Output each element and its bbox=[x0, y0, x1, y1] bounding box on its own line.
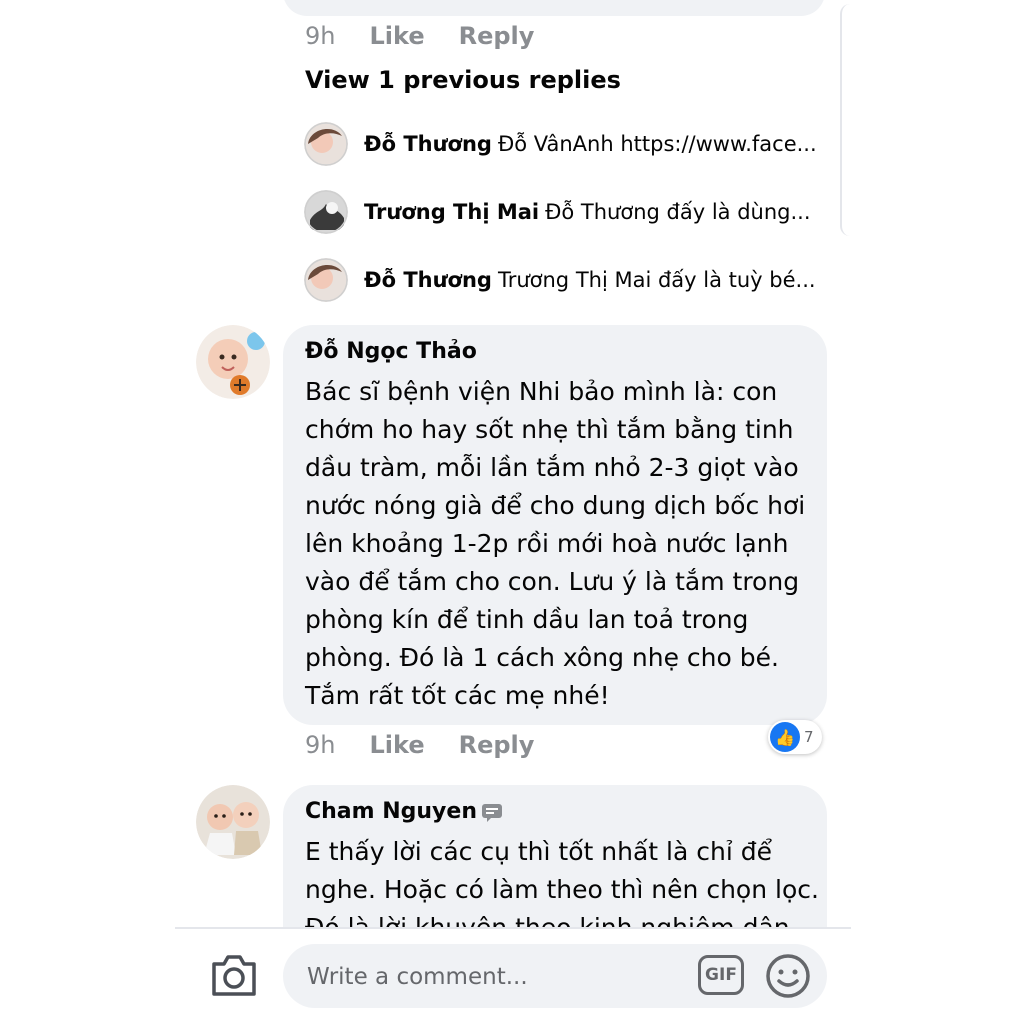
comment-actions: 9h Like Reply bbox=[305, 731, 534, 759]
view-previous-replies-link[interactable]: View 1 previous replies bbox=[305, 66, 621, 94]
comment-line: Bác sĩ bệnh viện Nhi bảo mình là: con bbox=[305, 377, 778, 406]
avatar[interactable] bbox=[304, 122, 348, 166]
comment-line: vào để tắm cho con. Lưu ý là tắm trong bbox=[305, 567, 800, 596]
gif-button[interactable]: GIF bbox=[698, 955, 744, 995]
previous-comment-actions: 9h Like Reply bbox=[305, 22, 534, 50]
comment-input[interactable] bbox=[305, 956, 689, 998]
comment-timestamp: 9h bbox=[305, 731, 336, 759]
comment-composer: GIF bbox=[283, 944, 827, 1008]
reaction-count: 7 bbox=[804, 728, 814, 746]
reply-content: Trương Thị Mai đấy là tuỳ bé... bbox=[497, 268, 816, 292]
reply-row[interactable]: Đỗ Thương Đỗ VânAnh https://www.face... bbox=[304, 121, 824, 167]
comment-line: dầu tràm, mỗi lần tắm nhỏ 2-3 giọt vào bbox=[305, 453, 799, 482]
reply-row[interactable]: Trương Thị Mai Đỗ Thương đấy là dùng... bbox=[304, 189, 824, 235]
reply-text: Đỗ Thương Trương Thị Mai đấy là tuỳ bé... bbox=[364, 268, 824, 292]
camera-icon[interactable] bbox=[210, 952, 258, 998]
reply-author[interactable]: Đỗ Thương bbox=[364, 268, 492, 292]
comment-line: phòng kín để tinh dầu lan toả trong bbox=[305, 605, 749, 634]
comment-author[interactable]: Đỗ Ngọc Thảo bbox=[305, 339, 477, 364]
like-button[interactable]: Like bbox=[369, 22, 424, 50]
edited-badge-icon bbox=[481, 803, 502, 822]
avatar[interactable] bbox=[304, 258, 348, 302]
avatar[interactable] bbox=[196, 785, 270, 859]
comment-line: lên khoảng 1-2p rồi mới hoà nước lạnh bbox=[305, 529, 789, 558]
divider bbox=[175, 927, 851, 929]
comment-line: chớm ho hay sốt nhẹ thì tắm bằng tinh bbox=[305, 415, 794, 444]
comment-author-row: Cham Nguyen bbox=[305, 799, 503, 824]
avatar[interactable] bbox=[304, 190, 348, 234]
comment-bubble: Đỗ Ngọc Thảo Bác sĩ bệnh viện Nhi bảo mì… bbox=[283, 325, 827, 725]
comment-line: phòng. Đó là 1 cách xông nhẹ cho bé. bbox=[305, 643, 779, 672]
avatar[interactable] bbox=[196, 325, 270, 399]
reply-button[interactable]: Reply bbox=[459, 731, 535, 759]
reply-content: Đỗ VânAnh https://www.face... bbox=[497, 132, 817, 156]
reply-content: Đỗ Thương đấy là dùng... bbox=[545, 200, 811, 224]
comment-author[interactable]: Cham Nguyen bbox=[305, 799, 477, 824]
reply-row[interactable]: Đỗ Thương Trương Thị Mai đấy là tuỳ bé... bbox=[304, 257, 824, 303]
reply-text: Trương Thị Mai Đỗ Thương đấy là dùng... bbox=[364, 200, 824, 224]
scroll-edge bbox=[840, 4, 852, 236]
like-icon: 👍 bbox=[770, 722, 800, 752]
reaction-summary[interactable]: 👍 7 bbox=[768, 720, 822, 754]
comment-text: Bác sĩ bệnh viện Nhi bảo mình là: con ch… bbox=[305, 373, 820, 715]
reply-button[interactable]: Reply bbox=[459, 22, 535, 50]
comment-line: Tắm rất tốt các mẹ nhé! bbox=[305, 681, 610, 710]
comment-line: nước nóng già để cho dung dịch bốc hơi bbox=[305, 491, 806, 520]
comment-line: E thấy lời các cụ thì tốt nhất là chỉ để bbox=[305, 837, 772, 866]
like-button[interactable]: Like bbox=[369, 731, 424, 759]
reply-author[interactable]: Trương Thị Mai bbox=[364, 200, 539, 224]
previous-comment-bubble bbox=[283, 0, 825, 16]
reply-author[interactable]: Đỗ Thương bbox=[364, 132, 492, 156]
emoji-icon[interactable] bbox=[764, 952, 812, 1000]
comment-timestamp: 9h bbox=[305, 22, 336, 50]
comment-line: nghe. Hoặc có làm theo thì nên chọn lọc. bbox=[305, 875, 819, 904]
reply-text: Đỗ Thương Đỗ VânAnh https://www.face... bbox=[364, 132, 824, 156]
